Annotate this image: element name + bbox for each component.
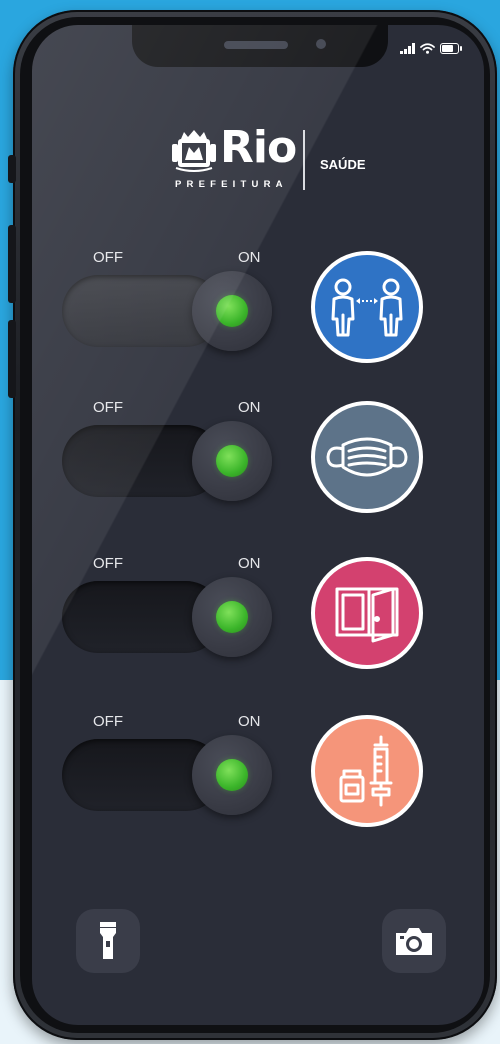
- on-label: ON: [238, 249, 261, 266]
- mute-switch: [8, 155, 16, 183]
- face-mask-badge: [311, 401, 423, 513]
- front-camera: [316, 39, 326, 49]
- off-label: OFF: [93, 399, 123, 416]
- toggle-knob[interactable]: [192, 421, 272, 501]
- off-label: OFF: [93, 555, 123, 572]
- face-mask-icon: [326, 437, 408, 477]
- toggle-knob[interactable]: [192, 735, 272, 815]
- notch: [132, 25, 388, 67]
- on-label: ON: [238, 713, 261, 730]
- vaccine-icon: [339, 735, 393, 807]
- brand-subtitle: PREFEITURA: [175, 179, 288, 190]
- on-indicator-led: [216, 295, 248, 327]
- status-bar: [400, 43, 462, 54]
- volume-up-button: [8, 225, 16, 303]
- off-label: OFF: [93, 713, 123, 730]
- toggle-knob[interactable]: [192, 271, 272, 351]
- battery-icon: [439, 43, 462, 54]
- signal-icon: [400, 43, 415, 54]
- toggle-row-ventilation: OFF ON: [62, 555, 462, 675]
- vaccine-badge: [311, 715, 423, 827]
- on-indicator-led: [216, 601, 248, 633]
- social-distance-icon: [331, 278, 403, 337]
- brand-name: Rio: [220, 122, 297, 173]
- toggle-row-vaccine: OFF ON: [62, 713, 462, 833]
- on-indicator-led: [216, 445, 248, 477]
- logo-divider: [303, 130, 305, 190]
- open-window-icon: [335, 587, 399, 643]
- volume-down-button: [8, 320, 16, 398]
- flashlight-icon: [100, 922, 116, 959]
- on-label: ON: [238, 399, 261, 416]
- on-label: ON: [238, 555, 261, 572]
- open-window-badge: [311, 557, 423, 669]
- speaker-grille: [224, 41, 288, 49]
- crest-icon: [172, 130, 216, 172]
- social-distance-badge: [311, 251, 423, 363]
- toggle-row-distance: OFF ON: [62, 249, 462, 369]
- on-indicator-led: [216, 759, 248, 791]
- prefeitura-rio-logo: Rio PREFEITURA SAÚDE: [172, 122, 412, 194]
- wifi-icon: [419, 43, 435, 54]
- toggle-knob[interactable]: [192, 577, 272, 657]
- camera-button[interactable]: [382, 909, 446, 973]
- camera-icon: [396, 928, 432, 955]
- toggle-row-mask: OFF ON: [62, 399, 462, 519]
- phone-screen: Rio PREFEITURA SAÚDE OFF ON OFF ON OFF O…: [32, 25, 484, 1025]
- off-label: OFF: [93, 249, 123, 266]
- section-title: SAÚDE: [320, 157, 366, 172]
- flashlight-button[interactable]: [76, 909, 140, 973]
